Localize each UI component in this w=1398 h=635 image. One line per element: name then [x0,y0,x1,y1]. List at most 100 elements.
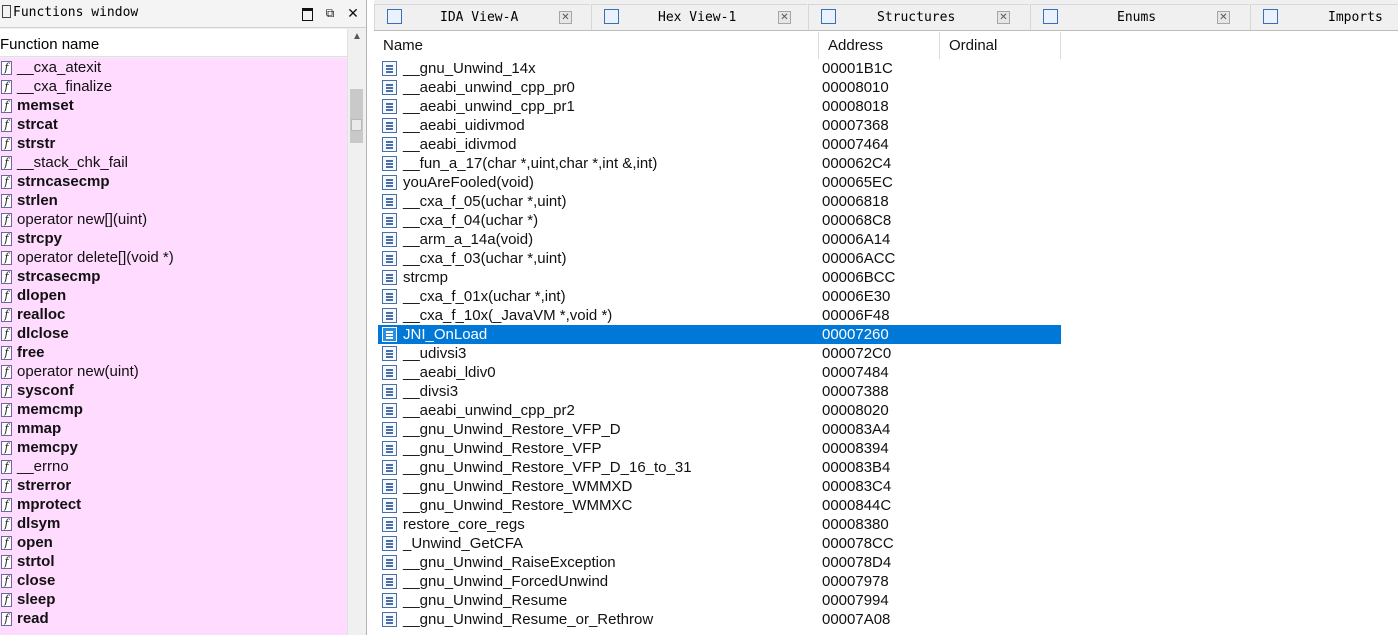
function-list-item[interactable]: f strcpy [0,229,347,248]
function-list-item[interactable]: f memcmp [0,400,347,419]
export-row[interactable]: __fun_a_17(char *,uint,char *,int &,int)… [378,154,1061,173]
export-entry-icon [382,555,397,570]
function-list-item[interactable]: f strerror [0,476,347,495]
export-row[interactable]: __gnu_Unwind_Restore_VFP_D_16_to_31 00008… [378,458,1061,477]
tab-label: IDA View-A [440,10,519,25]
function-list-item[interactable]: f mprotect [0,495,347,514]
function-list-item[interactable]: f __stack_chk_fail [0,153,347,172]
close-tab-icon[interactable]: ✕ [559,11,572,24]
function-list-item[interactable]: f __cxa_atexit [0,58,347,77]
export-row[interactable]: __gnu_Unwind_Restore_WMMXD 000083C4 [378,477,1061,496]
export-row[interactable]: youAreFooled(void) 000065EC [378,173,1061,192]
export-row[interactable]: __cxa_f_01x(uchar *,int) 00006E30 [378,287,1061,306]
column-separator[interactable] [1060,32,1061,59]
functions-list[interactable]: f __cxa_atexit f __cxa_finalize f memset f strc… [0,58,347,635]
export-row[interactable]: __udivsi3 000072C0 [378,344,1061,363]
float-window-icon[interactable]: ⧉ [323,6,337,20]
export-row[interactable]: __cxa_f_04(uchar *) 000068C8 [378,211,1061,230]
name-column-header[interactable]: Name [374,32,818,59]
export-entry-icon [382,327,397,342]
function-list-item[interactable]: f strcat [0,115,347,134]
scroll-up-icon[interactable]: ▲ [351,31,363,43]
function-list-item[interactable]: f __cxa_finalize [0,77,347,96]
function-list-item[interactable]: f sysconf [0,381,347,400]
exports-list[interactable]: __gnu_Unwind_14x 00001B1C __aeabi_unwind_c… [374,59,1398,635]
export-row[interactable]: __arm_a_14a(void) 00006A14 [378,230,1061,249]
address-column-header[interactable]: Address [819,32,939,59]
function-list-item[interactable]: f strtol [0,552,347,571]
export-row[interactable]: __aeabi_unwind_cpp_pr1 00008018 [378,97,1061,116]
function-list-item[interactable]: f close [0,571,347,590]
scrollbar-thumb[interactable] [350,89,363,143]
function-list-item[interactable]: f strcasecmp [0,267,347,286]
tab-ida-view-a[interactable]: IDA View-A ✕ [374,4,590,30]
functions-scrollbar[interactable]: ▲ [347,29,366,635]
export-row[interactable]: __gnu_Unwind_ForcedUnwind 00007978 [378,572,1061,591]
function-icon: f [1,80,12,94]
function-name: strtol [17,553,55,570]
export-entry-icon [382,213,397,228]
ordinal-column-header[interactable]: Ordinal [940,32,1060,59]
export-row[interactable]: __gnu_Unwind_Resume_or_Rethrow 00007A08 [378,610,1061,629]
export-row[interactable]: __aeabi_idivmod 00007464 [378,135,1061,154]
tab-imports[interactable]: Imports [1250,4,1398,30]
export-row[interactable]: __cxa_f_05(uchar *,uint) 00006818 [378,192,1061,211]
export-row[interactable]: __gnu_Unwind_14x 00001B1C [378,59,1061,78]
export-entry-icon [382,498,397,513]
exports-view: Name Address Ordinal __gnu_Unwind_14x 000… [374,32,1398,635]
export-row[interactable]: __aeabi_unwind_cpp_pr0 00008010 [378,78,1061,97]
function-name-column-header[interactable]: Function name [0,29,347,57]
function-name: realloc [17,306,66,323]
function-list-item[interactable]: f memcpy [0,438,347,457]
export-row[interactable]: restore_core_regs 00008380 [378,515,1061,534]
tab-hex-view-1[interactable]: Hex View-1 ✕ [591,4,807,30]
export-row[interactable]: __gnu_Unwind_Restore_WMMXC 0000844C [378,496,1061,515]
function-list-item[interactable]: f strncasecmp [0,172,347,191]
functions-window-titlebar[interactable]: Functions window ⧉ ✕ [0,0,366,28]
tab-structures[interactable]: Structures ✕ [808,4,1029,30]
function-icon: f [1,365,12,379]
tab-enums[interactable]: Enums ✕ [1030,4,1249,30]
function-list-item[interactable]: f dlopen [0,286,347,305]
function-list-item[interactable]: f dlclose [0,324,347,343]
function-name: operator new[](uint) [17,211,148,228]
close-tab-icon[interactable]: ✕ [1217,11,1230,24]
function-name: mprotect [17,496,82,513]
function-list-item[interactable]: f operator new[](uint) [0,210,347,229]
export-row[interactable]: __gnu_Unwind_Restore_VFP_D 000083A4 [378,420,1061,439]
maximize-icon[interactable] [300,6,314,21]
export-row[interactable]: strcmp 00006BCC [378,268,1061,287]
scrollbar-grip[interactable] [351,119,362,131]
function-list-item[interactable]: f free [0,343,347,362]
function-list-item[interactable]: f strstr [0,134,347,153]
function-list-item[interactable]: f open [0,533,347,552]
export-row[interactable]: __cxa_f_10x(_JavaVM *,void *) 00006F48 [378,306,1061,325]
function-list-item[interactable]: f strlen [0,191,347,210]
tab-label: Hex View-1 [658,10,737,25]
function-list-item[interactable]: f memset [0,96,347,115]
function-list-item[interactable]: f read [0,609,347,628]
export-row[interactable]: __aeabi_unwind_cpp_pr2 00008020 [378,401,1061,420]
export-entry-icon [382,479,397,494]
close-tab-icon[interactable]: ✕ [997,11,1010,24]
export-name: __cxa_f_05(uchar *,uint) [403,193,567,210]
function-list-item[interactable]: f realloc [0,305,347,324]
function-list-item[interactable]: f operator new(uint) [0,362,347,381]
function-list-item[interactable]: f __errno [0,457,347,476]
window-icon [2,5,11,18]
function-list-item[interactable]: f sleep [0,590,347,609]
close-tab-icon[interactable]: ✕ [778,11,791,24]
export-row[interactable]: JNI_OnLoad 00007260 [378,325,1061,344]
export-row[interactable]: _Unwind_GetCFA 000078CC [378,534,1061,553]
function-list-item[interactable]: f dlsym [0,514,347,533]
export-row[interactable]: __gnu_Unwind_Resume 00007994 [378,591,1061,610]
export-row[interactable]: __cxa_f_03(uchar *,uint) 00006ACC [378,249,1061,268]
export-row[interactable]: __aeabi_ldiv0 00007484 [378,363,1061,382]
function-list-item[interactable]: f mmap [0,419,347,438]
close-icon[interactable]: ✕ [346,6,360,20]
export-row[interactable]: __aeabi_uidivmod 00007368 [378,116,1061,135]
export-row[interactable]: __gnu_Unwind_Restore_VFP 00008394 [378,439,1061,458]
export-row[interactable]: __gnu_Unwind_RaiseException 000078D4 [378,553,1061,572]
function-list-item[interactable]: f operator delete[](void *) [0,248,347,267]
export-row[interactable]: __divsi3 00007388 [378,382,1061,401]
